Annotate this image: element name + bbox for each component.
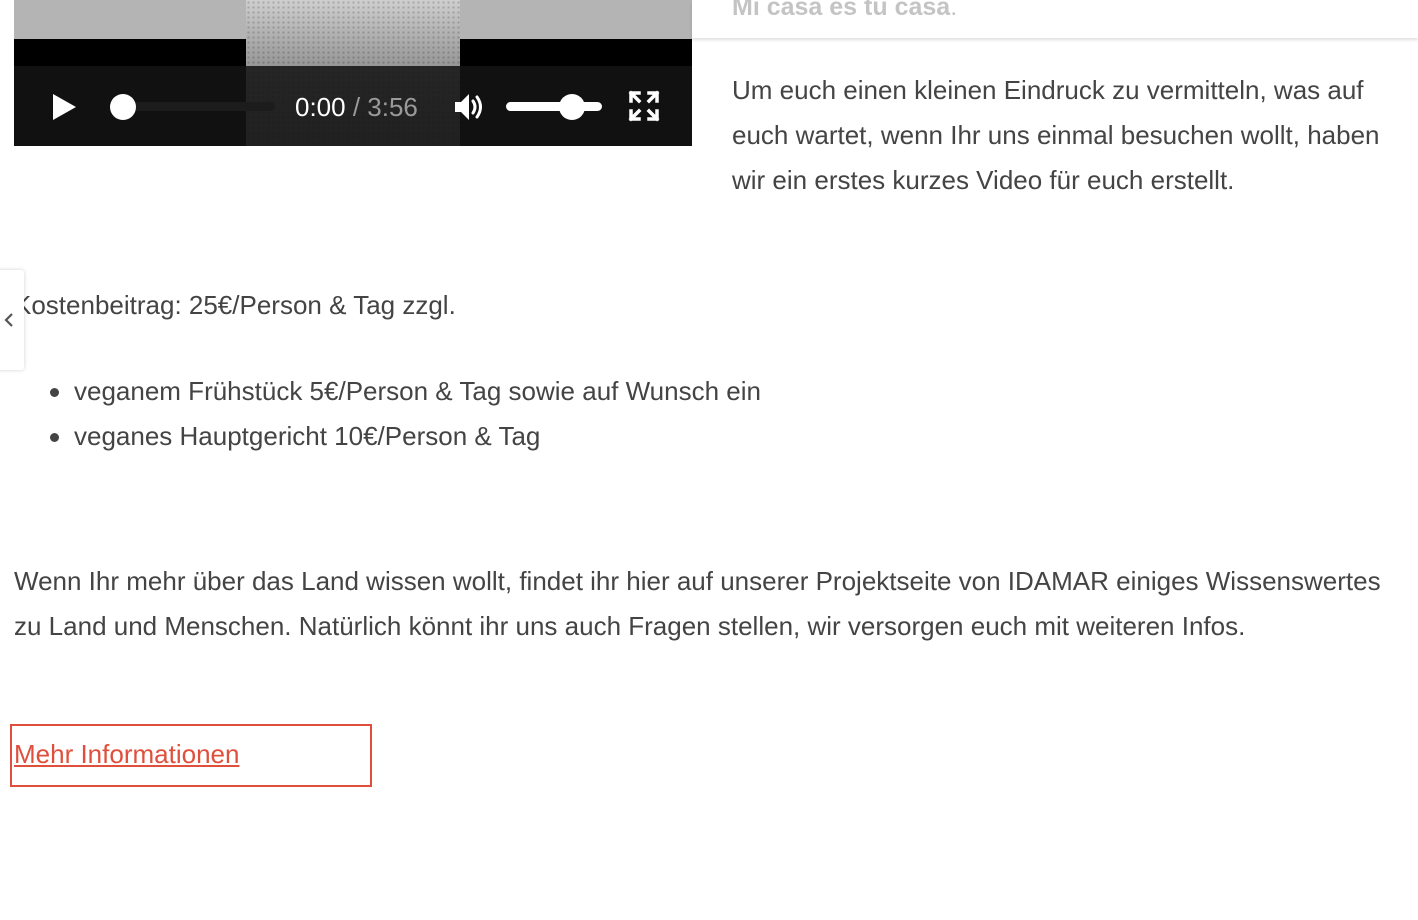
more-information-button[interactable]: Mehr Informationen xyxy=(10,724,372,787)
volume-handle[interactable] xyxy=(558,94,585,120)
more-information-link[interactable]: Mehr Informationen xyxy=(14,739,239,769)
cost-line: Kostenbeitrag: 25€/Person & Tag zzgl. xyxy=(14,290,456,320)
video-controls: 0:00 / 3:56 xyxy=(14,66,692,146)
sticky-header: Mi casa es tu casa. xyxy=(692,0,1418,38)
mute-button[interactable] xyxy=(452,90,486,124)
seek-handle[interactable] xyxy=(110,94,136,120)
fullscreen-button[interactable] xyxy=(628,90,660,122)
play-icon xyxy=(53,94,76,120)
side-panel-toggle[interactable] xyxy=(0,270,24,370)
volume-track xyxy=(506,102,602,111)
video-intro-text: Um euch einen kleinen Eindruck zu vermit… xyxy=(732,75,1380,195)
time-display: 0:00 / 3:56 xyxy=(295,92,418,122)
chevron-left-icon xyxy=(4,313,13,327)
seek-slider[interactable] xyxy=(110,94,275,120)
time-separator: / xyxy=(345,92,368,122)
volume-slider[interactable] xyxy=(506,94,602,120)
more-info-text: Wenn Ihr mehr über das Land wissen wollt… xyxy=(14,566,1381,641)
motto-text: Mi casa es tu casa. xyxy=(732,0,957,22)
video-player[interactable]: 0:00 / 3:56 xyxy=(14,0,692,146)
motto-dot: . xyxy=(950,0,958,21)
volume-icon xyxy=(455,94,482,120)
list-item: veganes Hauptgericht 10€/Person & Tag xyxy=(50,414,761,459)
current-time: 0:00 xyxy=(295,92,346,122)
play-button[interactable] xyxy=(48,92,80,122)
meal-options-list: veganem Frühstück 5€/Person & Tag sowie … xyxy=(50,369,761,459)
fullscreen-icon xyxy=(628,90,660,122)
duration: 3:56 xyxy=(367,92,418,122)
list-item: veganem Frühstück 5€/Person & Tag sowie … xyxy=(50,369,761,414)
motto: Mi casa es tu casa xyxy=(732,0,951,21)
